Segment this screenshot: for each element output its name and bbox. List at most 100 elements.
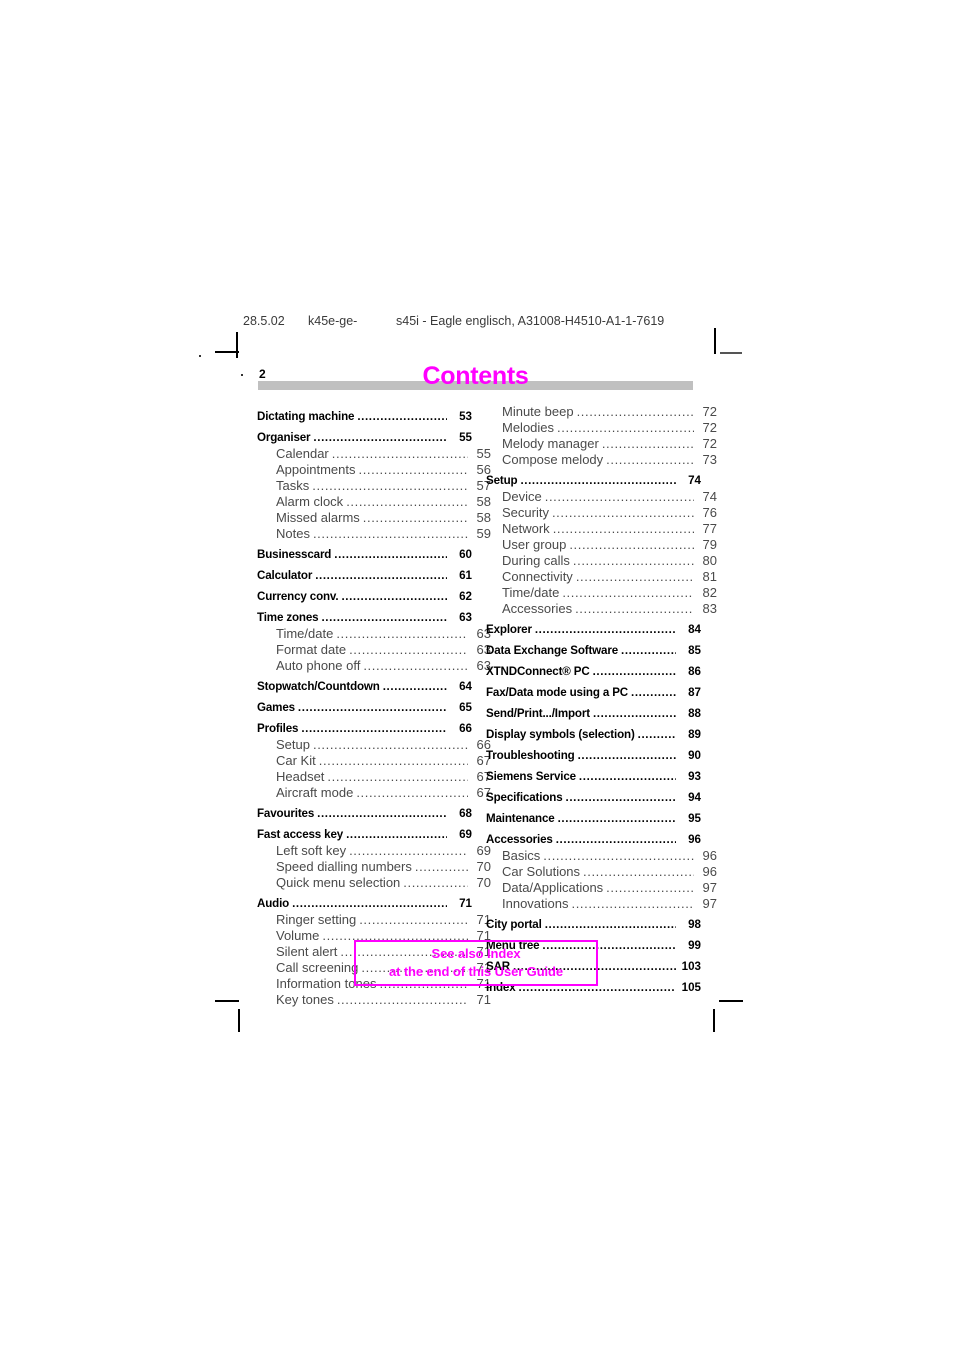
document-page: 28.5.02 k45e-ge- s45i - Eagle englisch, … (0, 0, 954, 1351)
toc-dot-leader (327, 770, 468, 783)
toc-entry[interactable]: Accessories 83 (486, 599, 717, 615)
toc-entry[interactable]: Explorer 84 (486, 615, 701, 636)
toc-entry[interactable]: Accessories 96 (486, 825, 701, 846)
toc-column-right: Minute beep72Melodies72Melody manager72C… (486, 402, 717, 994)
toc-dot-leader (357, 411, 447, 423)
toc-entry[interactable]: Currency conv. 62 (257, 582, 472, 603)
toc-entry[interactable]: Auto phone off63 (257, 656, 491, 672)
toc-entry[interactable]: Setup 74 (486, 466, 701, 487)
toc-entry-page-number: 55 (459, 431, 472, 445)
toc-entry-page-number: 103 (681, 960, 701, 974)
toc-entry[interactable]: Left soft key69 (257, 841, 491, 857)
toc-entry-page-number: 71 (459, 897, 472, 911)
toc-column-left: Dictating machine 53 Organiser 55Calendar55… (257, 402, 491, 1006)
toc-dot-leader (363, 659, 468, 672)
toc-entry-page-number: 77 (702, 521, 717, 536)
toc-entry[interactable]: Siemens Service 93 (486, 762, 701, 783)
toc-entry[interactable]: Maintenance 95 (486, 804, 701, 825)
toc-entry-label: Minute beep (502, 404, 574, 419)
toc-entry[interactable]: Fast access key 69 (257, 820, 472, 841)
toc-entry[interactable]: Network 77 (486, 519, 717, 535)
toc-dot-leader (319, 754, 468, 767)
toc-entry[interactable]: Notes59 (257, 524, 491, 540)
toc-entry-label: Innovations (502, 896, 569, 911)
toc-entry-label: Compose melody (502, 452, 604, 467)
toc-dot-leader (359, 463, 469, 476)
crop-mark-top-left-vertical (236, 332, 238, 358)
toc-dot-leader (569, 538, 694, 551)
toc-entry[interactable]: Setup66 (257, 735, 491, 751)
toc-entry[interactable]: Profiles 66 (257, 714, 472, 735)
toc-entry[interactable]: Key tones 71 (257, 990, 491, 1006)
toc-dot-leader (556, 834, 676, 846)
toc-entry-label: Data Exchange Software (486, 644, 619, 658)
toc-entry[interactable]: Missed alarms58 (257, 508, 491, 524)
toc-dot-leader (313, 527, 468, 540)
toc-entry[interactable]: Businesscard 60 (257, 540, 472, 561)
toc-entry-page-number: 62 (459, 590, 472, 604)
toc-entry-page-number: 81 (702, 569, 717, 584)
toc-dot-leader (349, 844, 468, 857)
toc-entry[interactable]: Time zones 63 (257, 603, 472, 624)
toc-entry[interactable]: Dictating machine 53 (257, 402, 472, 423)
toc-entry-page-number: 72 (702, 420, 717, 435)
toc-entry[interactable]: Car Kit67 (257, 751, 491, 767)
toc-entry-page-number: 90 (688, 749, 701, 763)
toc-dot-leader (606, 881, 694, 894)
toc-entry[interactable]: Alarm clock58 (257, 492, 491, 508)
toc-entry-label: Ringer setting (276, 912, 357, 927)
toc-entry[interactable]: Calculator 61 (257, 561, 472, 582)
toc-entry[interactable]: Specifications 94 (486, 783, 701, 804)
toc-entry[interactable]: Melodies 72 (486, 418, 717, 434)
toc-entry[interactable]: Tasks57 (257, 476, 491, 492)
toc-entry[interactable]: Basics 96 (486, 846, 717, 862)
toc-entry[interactable]: Appointments56 (257, 460, 491, 476)
toc-entry[interactable]: Audio 71 (257, 889, 472, 910)
toc-dot-leader (346, 829, 447, 841)
toc-dot-leader (545, 919, 676, 931)
toc-entry-label: Time/date (502, 585, 560, 600)
toc-entry[interactable]: Security 76 (486, 503, 717, 519)
toc-entry-page-number: 76 (702, 505, 717, 520)
toc-entry[interactable]: Minute beep 72 (486, 402, 717, 418)
toc-entry[interactable]: Games 65 (257, 693, 472, 714)
toc-entry[interactable]: Favourites 68 (257, 799, 472, 820)
toc-entry-page-number: 86 (688, 665, 701, 679)
toc-entry-label: Specifications (486, 791, 563, 805)
toc-entry[interactable]: Data/Applications 97 (486, 878, 717, 894)
toc-entry-label: Car Solutions (502, 864, 581, 879)
toc-dot-leader (363, 511, 468, 524)
toc-entry[interactable]: Innovations 97 (486, 894, 717, 910)
toc-entry-page-number: 72 (702, 404, 717, 419)
toc-entry[interactable]: Connectivity 81 (486, 567, 717, 583)
toc-dot-leader (566, 792, 676, 804)
toc-dot-leader (577, 405, 694, 418)
toc-entry[interactable]: Data Exchange Software 85 (486, 636, 701, 657)
toc-entry[interactable]: XTNDConnect® PC 86 (486, 657, 701, 678)
toc-entry[interactable]: City portal 98 (486, 910, 701, 931)
toc-entry[interactable]: Device 74 (486, 487, 717, 503)
toc-entry[interactable]: Headset67 (257, 767, 491, 783)
toc-entry[interactable]: Aircraft mode67 (257, 783, 491, 799)
toc-entry[interactable]: Fax/Data mode using a PC 87 (486, 678, 701, 699)
toc-entry[interactable]: User group 79 (486, 535, 717, 551)
toc-entry[interactable]: Organiser 55 (257, 423, 472, 444)
toc-entry[interactable]: Troubleshooting 90 (486, 741, 701, 762)
toc-entry-page-number: 69 (459, 828, 472, 842)
toc-entry-label: Calendar (276, 446, 329, 461)
toc-entry[interactable]: Car Solutions 96 (486, 862, 717, 878)
toc-entry[interactable]: Quick menu selection70 (257, 873, 491, 889)
toc-entry[interactable]: Time/date63 (257, 624, 491, 640)
toc-entry[interactable]: During calls 80 (486, 551, 717, 567)
toc-entry[interactable]: Compose melody 73 (486, 450, 717, 466)
toc-entry[interactable]: Melody manager 72 (486, 434, 717, 450)
toc-entry[interactable]: Send/Print.../Import 88 (486, 699, 701, 720)
toc-entry[interactable]: Format date63 (257, 640, 491, 656)
toc-entry[interactable]: Ringer setting71 (257, 910, 491, 926)
toc-entry[interactable]: Time/date 82 (486, 583, 717, 599)
toc-entry[interactable]: Calendar55 (257, 444, 491, 460)
toc-entry[interactable]: Display symbols (selection) 89 (486, 720, 701, 741)
toc-entry[interactable]: Speed dialling numbers70 (257, 857, 491, 873)
toc-entry-page-number: 74 (702, 489, 717, 504)
toc-entry[interactable]: Stopwatch/Countdown 64 (257, 672, 472, 693)
